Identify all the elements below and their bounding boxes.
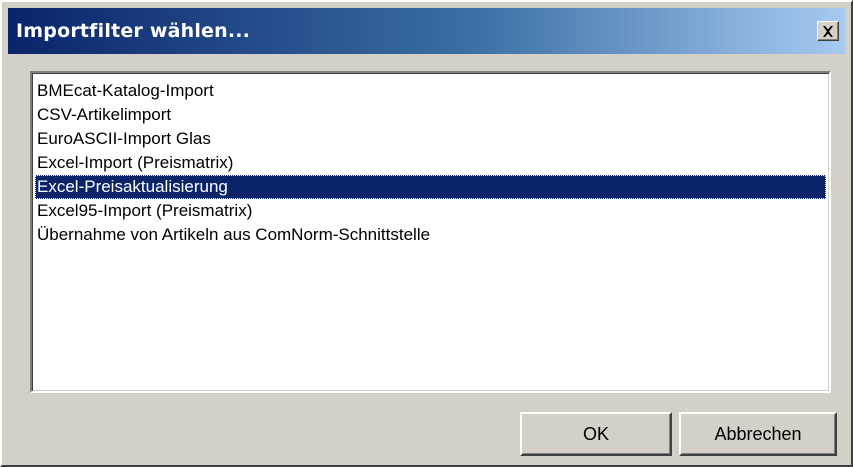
list-item[interactable]: BMEcat-Katalog-Import <box>35 79 826 103</box>
filter-listbox[interactable]: BMEcat-Katalog-Import CSV-Artikelimport … <box>30 71 831 393</box>
close-button[interactable] <box>817 21 839 41</box>
list-item[interactable]: EuroASCII-Import Glas <box>35 127 826 151</box>
dialog-title: Importfilter wählen... <box>16 20 251 42</box>
close-icon <box>822 25 834 37</box>
ok-button[interactable]: OK <box>520 412 672 456</box>
list-item[interactable]: CSV-Artikelimport <box>35 103 826 127</box>
import-filter-dialog: Importfilter wählen... BMEcat-Katalog-Im… <box>0 0 853 467</box>
list-item-selected[interactable]: Excel-Preisaktualisierung <box>35 175 826 199</box>
title-bar[interactable]: Importfilter wählen... <box>8 8 845 54</box>
list-item[interactable]: Übernahme von Artikeln aus ComNorm-Schni… <box>35 223 826 247</box>
cancel-button[interactable]: Abbrechen <box>679 412 837 456</box>
list-item[interactable]: Excel95-Import (Preismatrix) <box>35 199 826 223</box>
list-item[interactable]: Excel-Import (Preismatrix) <box>35 151 826 175</box>
